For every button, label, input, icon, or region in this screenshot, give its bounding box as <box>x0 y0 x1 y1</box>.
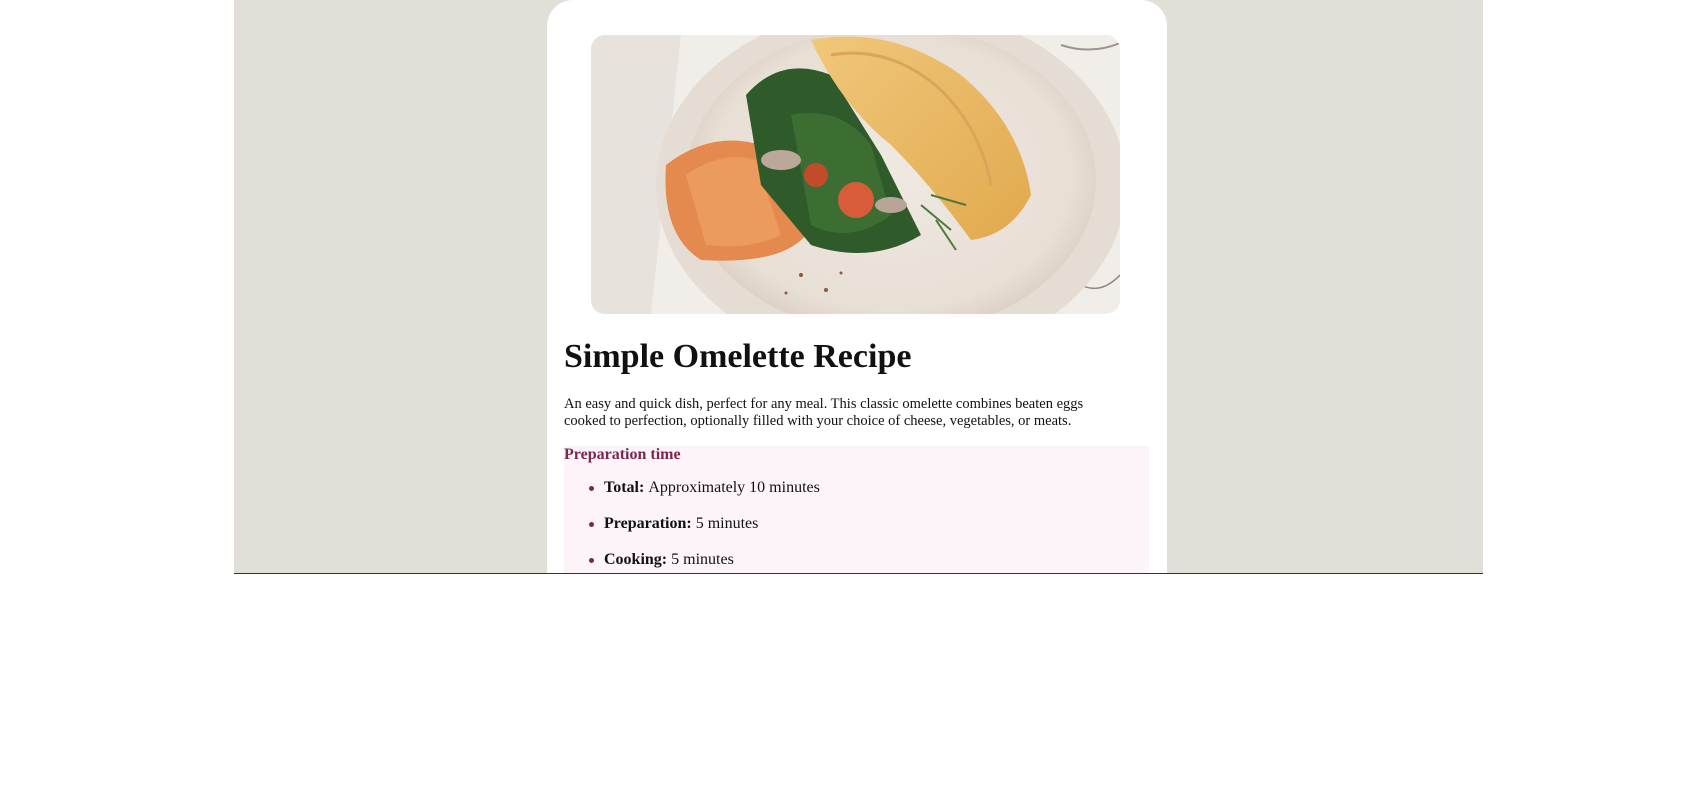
page-viewport: Simple Omelette Recipe An easy and quick… <box>234 0 1483 574</box>
prep-item-cooking: Cooking: 5 minutes <box>564 551 820 573</box>
prep-item-total: Total: Approximately 10 minutes <box>564 479 820 515</box>
bullet-icon <box>589 558 594 563</box>
prep-item-value: 5 minutes <box>695 515 759 532</box>
recipe-title: Simple Omelette Recipe <box>564 338 912 375</box>
prep-item-label: Total: <box>604 479 649 496</box>
preparation-time-section: Preparation time Total: Approximately 10… <box>564 446 1149 573</box>
omelette-image <box>591 35 1120 314</box>
preparation-time-list: Total: Approximately 10 minutes Preparat… <box>564 479 820 573</box>
bullet-icon <box>589 486 594 491</box>
prep-item-preparation: Preparation: 5 minutes <box>564 515 820 551</box>
omelette-photo <box>591 35 1120 314</box>
recipe-card: Simple Omelette Recipe An easy and quick… <box>547 0 1167 573</box>
prep-item-value: Approximately 10 minutes <box>648 479 820 496</box>
bullet-icon <box>589 522 594 527</box>
preparation-time-heading: Preparation time <box>564 446 681 463</box>
prep-item-label: Cooking: <box>604 551 672 568</box>
prep-item-label: Preparation: <box>604 515 696 532</box>
recipe-description: An easy and quick dish, perfect for any … <box>564 396 1084 429</box>
prep-item-value: 5 minutes <box>671 551 734 568</box>
